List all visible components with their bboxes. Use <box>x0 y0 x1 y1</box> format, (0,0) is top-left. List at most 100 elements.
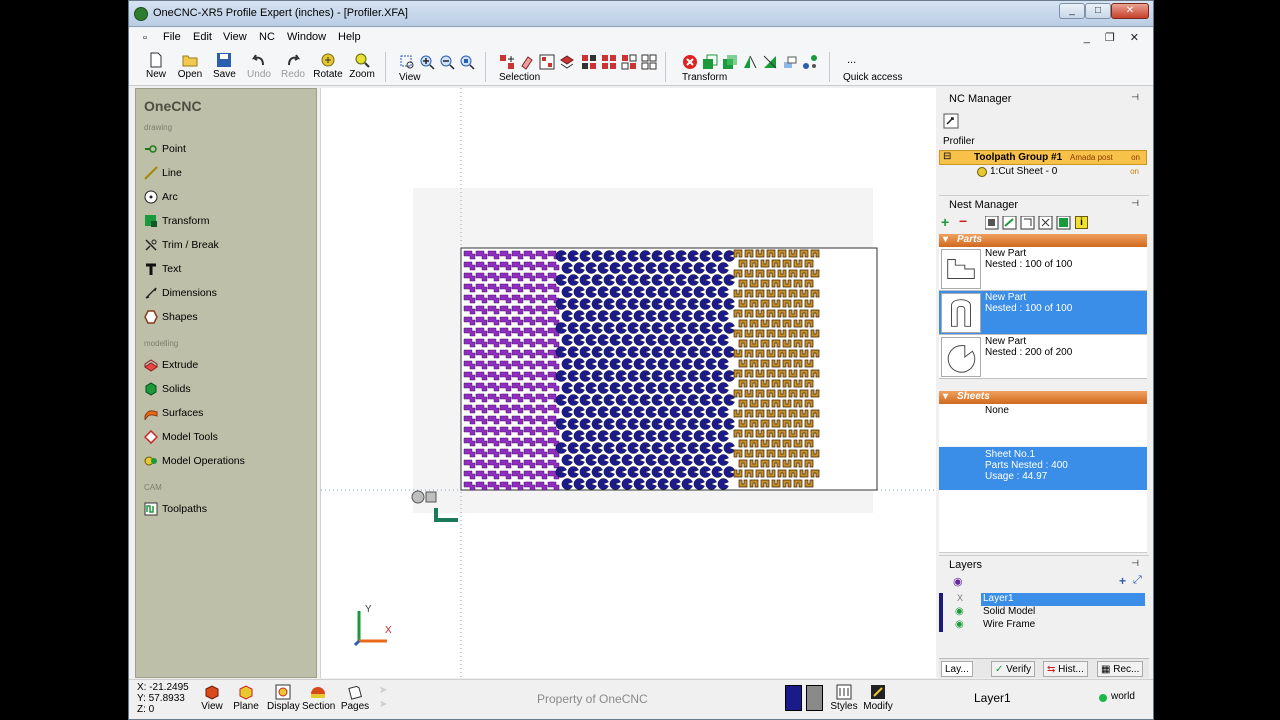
mirror-icon[interactable] <box>742 54 758 70</box>
zoom-all-icon[interactable] <box>459 54 475 70</box>
menu-edit[interactable]: Edit <box>193 31 212 43</box>
parts-header[interactable]: ▾ Parts <box>939 234 1147 247</box>
part-row[interactable]: New Part Nested : 100 of 100 <box>939 247 1147 291</box>
select-layers-icon[interactable] <box>559 54 575 70</box>
view-button[interactable]: View <box>199 684 225 712</box>
verify-icon: ✓ <box>995 664 1004 675</box>
new-button[interactable]: New <box>145 52 167 80</box>
tab-verify[interactable]: ✓ Verify <box>991 661 1036 677</box>
layer-row[interactable]: ◉ Solid Model <box>939 606 1147 619</box>
select-add-icon[interactable] <box>499 54 515 70</box>
save-button[interactable]: Save <box>213 52 236 80</box>
part-row[interactable]: New Part Nested : 200 of 200 <box>939 335 1147 379</box>
drawing-canvas[interactable]: Y X <box>320 88 936 678</box>
profiler-icon[interactable] <box>943 113 959 129</box>
layer-row[interactable]: ◉ Wire Frame <box>939 619 1147 632</box>
maximize-button[interactable]: □ <box>1085 3 1111 19</box>
styles-button[interactable]: Styles <box>829 684 859 712</box>
rotate-button[interactable]: Rotate <box>313 52 343 80</box>
layer-row[interactable]: X Layer1 <box>939 593 1147 606</box>
quick-access-more[interactable]: ... <box>847 54 856 66</box>
info-icon[interactable]: i <box>1075 216 1088 229</box>
array-icon[interactable] <box>802 54 818 70</box>
menu-nc[interactable]: NC <box>259 31 275 43</box>
select-window-icon[interactable] <box>539 54 555 70</box>
pages-button[interactable]: Pages <box>339 684 371 712</box>
sheet-none-row[interactable]: None <box>939 404 1147 446</box>
menu-window[interactable]: Window <box>287 31 326 43</box>
part-row[interactable]: New Part Nested : 100 of 100 <box>939 291 1147 335</box>
open-button[interactable]: Open <box>177 52 203 80</box>
tab-layers[interactable]: Lay... <box>941 661 973 677</box>
select-grid-icon[interactable] <box>581 54 597 70</box>
toolpath-group-row[interactable]: ⊟ Toolpath Group #1 Amada post on <box>939 150 1147 165</box>
add-part-icon[interactable]: + <box>941 214 949 230</box>
section-icon <box>311 687 325 698</box>
select-eraser-icon[interactable] <box>519 54 535 70</box>
item-state[interactable]: on <box>1130 167 1139 176</box>
document-icon[interactable]: ▫ <box>143 32 147 44</box>
toolpath-item-row[interactable]: 1:Cut Sheet - 0 on <box>939 166 1147 180</box>
layers-title: Layers <box>949 559 983 571</box>
title-bar[interactable]: OneCNC-XR5 Profile Expert (inches) - [Pr… <box>129 1 1153 27</box>
axis-y-label: Y <box>365 604 372 615</box>
nc-manager-title: NC Manager <box>949 93 1012 105</box>
scale-icon[interactable] <box>762 54 778 70</box>
sheet-row[interactable]: Sheet No.1 Parts Nested : 400 Usage : 44… <box>939 447 1147 490</box>
minimize-button[interactable]: _ <box>1059 3 1085 19</box>
part-thumbnail <box>941 293 981 333</box>
delete-icon[interactable] <box>682 54 698 70</box>
view-cube-icon <box>205 685 219 700</box>
zoom-label: Zoom <box>349 69 375 80</box>
display-button[interactable]: Display <box>267 684 300 712</box>
tab-history[interactable]: ⇆ Hist... <box>1043 661 1088 677</box>
layer-visibility-toggle[interactable]: X <box>957 593 963 603</box>
select-all-icon[interactable] <box>601 54 617 70</box>
color-swatch-blue[interactable] <box>785 685 802 711</box>
collapse-icon[interactable]: ⊟ <box>943 151 951 162</box>
color-swatch-grey[interactable] <box>806 685 823 711</box>
view-group-label: View <box>399 72 421 83</box>
mdi-controls[interactable]: _ ❐ ✕ <box>1084 31 1145 44</box>
select-none-icon[interactable] <box>641 54 657 70</box>
pin-icon[interactable]: ⊣ <box>1131 92 1139 103</box>
copy-icon[interactable] <box>722 54 738 70</box>
sheets-header[interactable]: ▾ Sheets <box>939 391 1147 404</box>
tab-record[interactable]: ▦ Rec... <box>1097 661 1144 677</box>
pin-icon[interactable]: ⊣ <box>1131 558 1139 569</box>
select-invert-icon[interactable] <box>621 54 637 70</box>
menu-view[interactable]: View <box>223 31 247 43</box>
offset-icon[interactable] <box>782 54 798 70</box>
coordinate-system[interactable]: world <box>1111 691 1135 702</box>
zoom-out-icon[interactable] <box>439 54 455 70</box>
section-button[interactable]: Section <box>302 684 335 712</box>
zoom-window-icon[interactable] <box>399 54 415 70</box>
redo-button[interactable]: Redo <box>281 52 305 80</box>
tab-record-label: Rec... <box>1113 664 1140 675</box>
menu-file[interactable]: File <box>163 31 181 43</box>
group-state[interactable]: on <box>1131 153 1140 162</box>
zoom-in-icon[interactable] <box>419 54 435 70</box>
current-layer[interactable]: Layer1 <box>974 691 1011 705</box>
visibility-eye-icon[interactable]: ◉ <box>953 575 963 588</box>
add-layer-icon[interactable]: + <box>1119 574 1126 588</box>
pin-icon[interactable]: ⊣ <box>1131 198 1139 209</box>
expand-icon[interactable]: ⤢ <box>1133 574 1142 587</box>
layer-visibility-toggle[interactable]: ◉ <box>955 606 964 617</box>
redo-arrow-icon <box>288 54 301 66</box>
undo-button[interactable]: Undo <box>247 52 271 80</box>
close-button[interactable]: ✕ <box>1111 3 1149 19</box>
part-nested-count: Nested : 200 of 200 <box>985 347 1073 358</box>
toolbar-separator <box>829 52 830 82</box>
zoom-button[interactable]: Zoom <box>349 52 375 80</box>
remove-part-icon[interactable]: − <box>959 213 967 229</box>
status-dot-icon <box>1099 694 1107 702</box>
modify-button[interactable]: Modify <box>863 684 893 712</box>
move-icon[interactable] <box>702 54 718 70</box>
coord-x: X: -21.2495 <box>137 682 189 693</box>
menu-help[interactable]: Help <box>338 31 361 43</box>
quick-access-label[interactable]: Quick access <box>843 72 902 83</box>
nest-tools-strip[interactable] <box>985 216 1087 230</box>
layer-visibility-toggle[interactable]: ◉ <box>955 619 964 630</box>
plane-button[interactable]: Plane <box>233 684 259 712</box>
